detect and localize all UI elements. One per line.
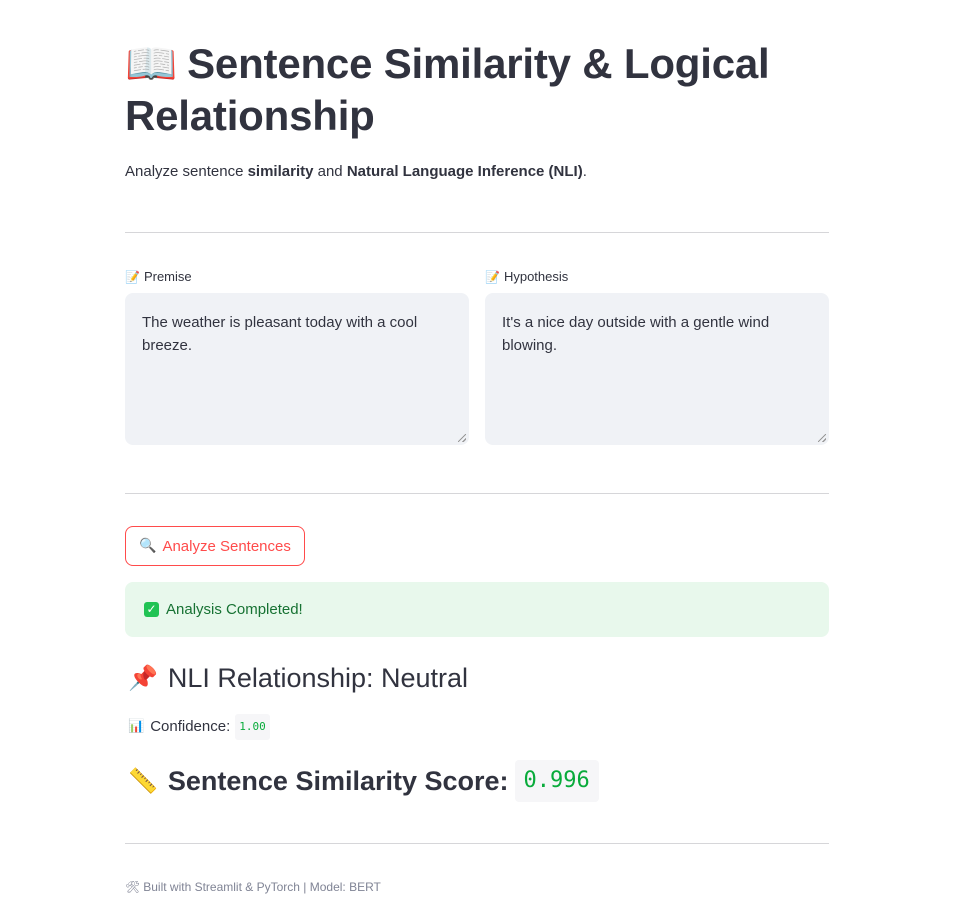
page-title-text: Sentence Similarity & Logical Relationsh… [125, 40, 770, 139]
similarity-score-value: 0.996 [514, 760, 599, 802]
footer: 🛠 Built with Streamlit & PyTorch | Model:… [125, 878, 381, 896]
check-mark-icon: ✓ [144, 602, 159, 617]
open-book-icon: 📖 [125, 39, 178, 88]
page-title: 📖 Sentence Similarity & Logical Relations… [125, 38, 829, 142]
footer-text: Built with Streamlit & PyTorch | Model: … [143, 880, 381, 894]
confidence-label: Confidence: [150, 718, 231, 735]
confidence-value: 1.00 [235, 714, 270, 740]
subtitle-text: and [313, 163, 347, 180]
pushpin-icon: 📌 [128, 664, 158, 692]
ruler-icon: 📏 [128, 767, 158, 795]
premise-textarea[interactable]: The weather is pleasant today with a coo… [125, 293, 469, 445]
similarity-score-heading: 📏 Sentence Similarity Score: 0.996 [128, 760, 599, 802]
hypothesis-label: 📝 Hypothesis [485, 268, 829, 286]
analyze-sentences-button[interactable]: 🔍 Analyze Sentences [125, 526, 305, 566]
nli-relationship-heading: 📌 NLI Relationship: Neutral [128, 661, 468, 695]
analyze-button-label: Analyze Sentences [162, 537, 291, 555]
premise-value: The weather is pleasant today with a coo… [142, 314, 418, 354]
hypothesis-field: 📝 Hypothesis It's a nice day outside with… [485, 268, 829, 445]
confidence-row: 📊 Confidence: 1.00 [128, 714, 270, 740]
similarity-score-label: Sentence Similarity Score: [167, 766, 509, 796]
bar-chart-icon: 📊 [128, 719, 145, 734]
subtitle-text: Analyze sentence [125, 163, 248, 180]
hypothesis-label-text: Hypothesis [503, 269, 569, 284]
page-subtitle: Analyze sentence similarity and Natural … [125, 161, 587, 183]
resize-handle[interactable] [818, 434, 826, 442]
tools-icon: 🛠 [125, 880, 141, 894]
memo-icon: 📝 [485, 270, 500, 284]
premise-label-text: Premise [143, 269, 192, 284]
premise-label: 📝 Premise [125, 268, 469, 286]
subtitle-text: . [582, 163, 587, 180]
divider [125, 232, 829, 233]
divider [125, 493, 829, 494]
success-text: Analysis Completed! [166, 601, 303, 618]
subtitle-bold-nli: Natural Language Inference (NLI) [346, 163, 583, 180]
nli-relationship-text: NLI Relationship: Neutral [167, 663, 469, 693]
memo-icon: 📝 [125, 270, 140, 284]
resize-handle[interactable] [458, 434, 466, 442]
subtitle-bold-similarity: similarity [247, 163, 314, 180]
success-alert: ✓ Analysis Completed! [125, 582, 829, 637]
hypothesis-textarea[interactable]: It's a nice day outside with a gentle wi… [485, 293, 829, 445]
divider [125, 843, 829, 844]
magnifier-icon: 🔍 [139, 538, 157, 554]
premise-field: 📝 Premise The weather is pleasant today w… [125, 268, 469, 445]
hypothesis-value: It's a nice day outside with a gentle wi… [502, 314, 770, 354]
